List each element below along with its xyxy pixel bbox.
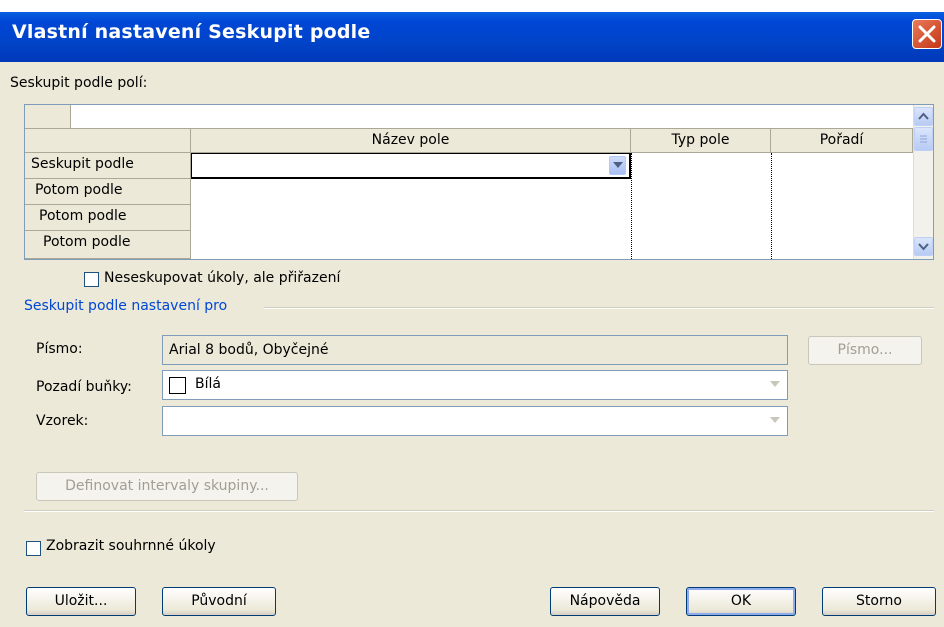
scroll-up-button[interactable]: [914, 107, 933, 126]
order-cell-0[interactable]: [771, 153, 913, 179]
close-icon: [918, 25, 936, 43]
group-divider: [264, 307, 934, 309]
group-by-grid: Název pole Typ pole Pořadí Seskupit podl…: [24, 104, 934, 260]
grip-icon: [920, 135, 927, 143]
close-button[interactable]: [912, 19, 942, 49]
help-button[interactable]: Nápověda: [550, 587, 660, 616]
assignments-checkbox[interactable]: [84, 272, 99, 287]
reset-button[interactable]: Původní: [162, 587, 276, 616]
font-button[interactable]: Písmo...: [808, 336, 922, 365]
pattern-select[interactable]: [162, 406, 788, 436]
window-title: Vlastní nastavení Seskupit podle: [12, 21, 371, 43]
save-button[interactable]: Uložit...: [26, 587, 136, 616]
font-display: Arial 8 bodů, Obyčejné: [162, 335, 788, 365]
chevron-down-icon: [918, 243, 929, 251]
field-type-cell-0[interactable]: [631, 153, 771, 179]
grid-corner-cell: [25, 105, 71, 129]
column-header-field-type[interactable]: Typ pole: [631, 129, 771, 153]
title-bar-top-strip: [0, 0, 944, 12]
settings-group-title: Seskupit podle nastavení pro: [24, 298, 228, 314]
row-header-group-by[interactable]: Seskupit podle: [25, 153, 191, 179]
grid-header-corner: [25, 129, 191, 153]
scroll-thumb[interactable]: [914, 127, 933, 151]
font-value: Arial 8 bodů, Obyčejné: [169, 342, 329, 358]
field-name-cell-active[interactable]: [191, 153, 631, 179]
column-header-field-name[interactable]: Název pole: [191, 129, 631, 153]
grid-vertical-scrollbar[interactable]: [913, 105, 933, 259]
summary-tasks-checkbox-label[interactable]: Zobrazit souhrnné úkoly: [46, 538, 216, 554]
cell-background-value: Bílá: [195, 376, 221, 392]
bottom-divider: [24, 510, 934, 512]
grid-edit-bar[interactable]: [71, 105, 913, 129]
ok-button[interactable]: OK: [686, 587, 796, 616]
chevron-down-icon[interactable]: [767, 412, 784, 431]
cell-background-select[interactable]: Bílá: [162, 370, 788, 400]
define-intervals-button[interactable]: Definovat intervaly skupiny...: [36, 472, 298, 501]
column-header-order[interactable]: Pořadí: [771, 129, 913, 153]
scroll-down-button[interactable]: [914, 237, 933, 256]
summary-tasks-checkbox[interactable]: [26, 541, 41, 556]
field-name-dropdown-arrow[interactable]: [609, 156, 626, 175]
font-label: Písmo:: [36, 341, 83, 357]
row-header-then-by-1[interactable]: Potom podle: [25, 179, 191, 205]
column-divider: [771, 153, 772, 259]
cell-background-label: Pozadí buňky:: [36, 379, 132, 395]
cancel-button[interactable]: Storno: [822, 587, 936, 616]
column-divider: [631, 153, 632, 259]
group-by-fields-label: Seskupit podle polí:: [10, 75, 148, 91]
title-bar: Vlastní nastavení Seskupit podle: [0, 0, 944, 62]
row-header-then-by-3[interactable]: Potom podle: [25, 231, 191, 259]
chevron-down-icon[interactable]: [767, 376, 784, 395]
chevron-up-icon: [918, 112, 929, 120]
row-header-then-by-2[interactable]: Potom podle: [25, 205, 191, 231]
pattern-label: Vzorek:: [36, 413, 89, 429]
assignments-checkbox-label[interactable]: Neseskupovat úkoly, ale přiřazení: [104, 270, 340, 286]
color-swatch: [169, 377, 186, 394]
